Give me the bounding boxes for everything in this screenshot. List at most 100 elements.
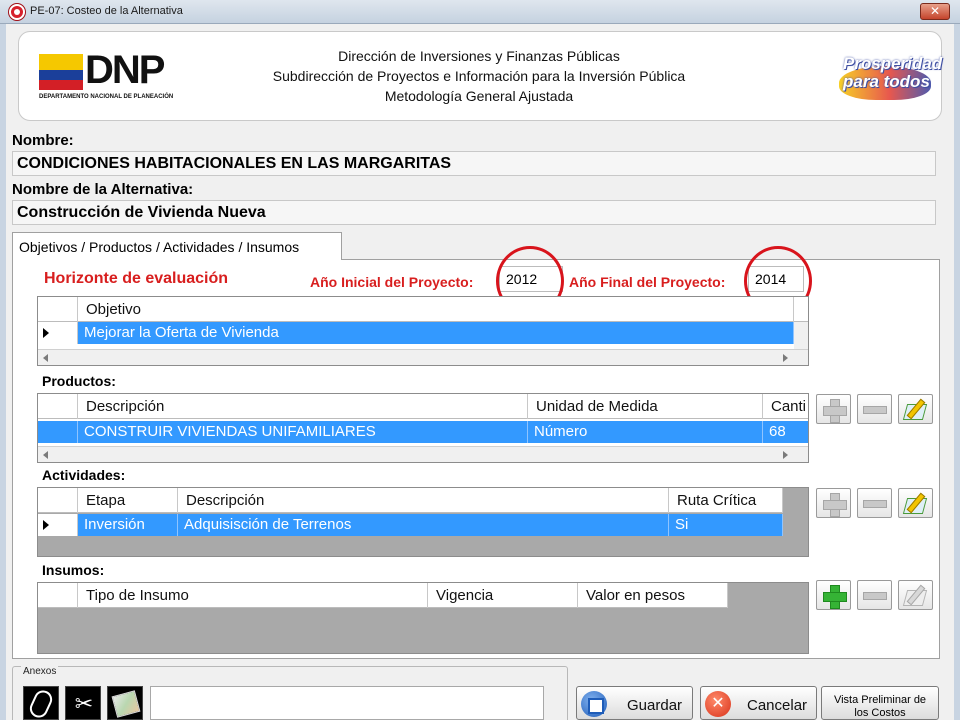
row-selector[interactable] [38,514,78,536]
activity-critical-cell: Si [669,514,783,536]
row-pointer-icon [43,520,49,530]
activities-label: Actividades: [42,467,126,483]
add-input-button[interactable] [816,580,851,610]
edit-activity-button[interactable] [898,488,933,518]
scroll-right-icon [783,451,788,459]
horizontal-scrollbar[interactable] [38,349,808,365]
cancel-button-label: Cancelar [747,697,808,714]
edit-pencil-icon [902,492,929,516]
slogan-line-2: para todos [843,72,930,91]
project-name-field: CONDICIONES HABITACIONALES EN LAS MARGAR… [12,151,936,176]
save-disk-icon [581,691,607,717]
header-banner: DNP DEPARTAMENTO NACIONAL DE PLANEACIÓN … [18,31,942,121]
plus-icon [823,399,847,423]
scissors-icon: ✂ [74,691,94,716]
minus-icon [863,406,887,414]
activities-col-descripcion[interactable]: Descripción [178,488,669,513]
objectives-col-objetivo[interactable]: Objetivo [78,297,794,322]
inputs-col-valor[interactable]: Valor en pesos [578,583,728,608]
cancel-x-icon: ✕ [705,691,731,717]
edit-pencil-icon [902,398,929,422]
inputs-header: Tipo de Insumo Vigencia Valor en pesos [38,583,728,608]
preview-costs-button[interactable]: Vista Preliminar de los Costos [821,686,939,720]
edit-pencil-icon [902,584,929,608]
products-col-unidad[interactable]: Unidad de Medida [528,394,763,419]
activities-col-etapa[interactable]: Etapa [78,488,178,513]
attach-button[interactable] [23,686,59,720]
annexes-text-area[interactable] [150,686,544,720]
header-line-1: Dirección de Inversiones y Finanzas Públ… [338,48,620,64]
end-year-input[interactable]: 2014 [748,266,804,292]
horizon-title: Horizonte de evaluación [44,270,229,287]
add-activity-button[interactable] [816,488,851,518]
edit-product-button[interactable] [898,394,933,424]
map-icon [111,690,141,718]
objectives-grid[interactable]: Objetivo Mejorar la Oferta de Vivienda [37,296,809,366]
table-row[interactable]: Mejorar la Oferta de Vivienda [78,322,794,344]
objectives-header: Objetivo [38,297,808,322]
cancel-button[interactable]: ✕ Cancelar [700,686,817,720]
window-titlebar: PE-07: Costeo de la Alternativa ✕ [0,0,960,24]
start-year-label: Año Inicial del Proyecto: [310,274,474,290]
tab-objetivos-productos[interactable]: Objetivos / Productos / Actividades / In… [12,232,342,260]
activities-grid[interactable]: Etapa Descripción Ruta Crítica Inversión… [37,487,809,557]
activities-header: Etapa Descripción Ruta Crítica [38,488,783,513]
products-label: Productos: [42,373,116,389]
inputs-col-vigencia[interactable]: Vigencia [428,583,578,608]
slogan-logo: Prosperidad para todos [839,52,942,104]
plus-icon [823,493,847,517]
header-titles: Dirección de Inversiones y Finanzas Públ… [219,46,739,106]
activities-col-ruta-critica[interactable]: Ruta Crítica [669,488,783,513]
objective-cell: Mejorar la Oferta de Vivienda [78,322,794,344]
project-name-label: Nombre: [12,132,74,149]
map-button[interactable] [107,686,143,720]
remove-activity-button[interactable] [857,488,892,518]
table-row[interactable]: Inversión Adquisisción de Terrenos Si [78,514,783,536]
table-row[interactable]: CONSTRUIR VIVIENDAS UNIFAMILIARES Número… [38,421,808,443]
edit-input-button[interactable] [898,580,933,610]
preview-button-line-2: los Costos [854,707,906,719]
row-selector[interactable] [38,322,78,344]
colombia-flag-icon [39,54,83,90]
preview-button-line-1: Vista Preliminar de [833,694,927,706]
horizontal-scrollbar[interactable] [38,446,808,462]
save-button[interactable]: Guardar [576,686,693,720]
inputs-grid[interactable]: Tipo de Insumo Vigencia Valor en pesos [37,582,809,654]
product-description-cell: CONSTRUIR VIVIENDAS UNIFAMILIARES [78,421,528,443]
annexes-label: Anexos [21,666,59,677]
product-unit-cell: Número [528,421,763,443]
alternative-name-field: Construcción de Vivienda Nueva [12,200,936,225]
logo-subtext: DEPARTAMENTO NACIONAL DE PLANEACIÓN [39,94,174,100]
paperclip-icon [26,687,56,720]
scroll-left-icon [43,354,48,362]
close-window-button[interactable]: ✕ [920,3,950,20]
scroll-left-icon [43,451,48,459]
remove-product-button[interactable] [857,394,892,424]
dnp-logo: DNP DEPARTAMENTO NACIONAL DE PLANEACIÓN [39,48,179,104]
products-col-descripcion[interactable]: Descripción [78,394,528,419]
inputs-label: Insumos: [42,562,105,578]
add-product-button[interactable] [816,394,851,424]
scroll-right-icon [783,354,788,362]
minus-icon [863,592,887,600]
products-col-cantidad[interactable]: Canti [763,394,808,419]
products-header: Descripción Unidad de Medida Canti [38,394,808,419]
save-button-label: Guardar [627,697,683,714]
minus-icon [863,500,887,508]
plus-icon [823,585,847,609]
remove-input-button[interactable] [857,580,892,610]
alternative-name-label: Nombre de la Alternativa: [12,181,194,198]
end-year-label: Año Final del Proyecto: [569,274,726,290]
vertical-scrollbar[interactable] [794,322,808,349]
cut-button[interactable]: ✂ [65,686,101,720]
app-icon [9,4,25,20]
logo-text: DNP [85,48,165,92]
start-year-input[interactable]: 2012 [499,266,563,292]
window-title: PE-07: Costeo de la Alternativa [30,5,183,17]
header-line-3: Metodología General Ajustada [384,88,574,104]
products-grid[interactable]: Descripción Unidad de Medida Canti CONST… [37,393,809,463]
activity-stage-cell: Inversión [78,514,178,536]
header-line-2: Subdirección de Proyectos e Información … [272,68,686,84]
row-pointer-icon [43,328,49,338]
inputs-col-tipo[interactable]: Tipo de Insumo [78,583,428,608]
